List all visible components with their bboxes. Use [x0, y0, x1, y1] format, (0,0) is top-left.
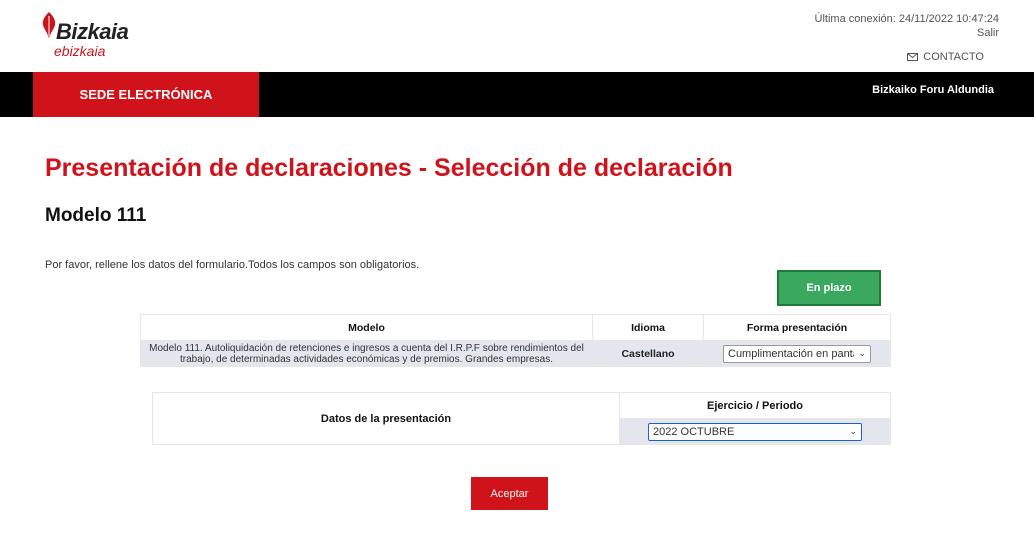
presentation-table: Datos de la presentación Ejercicio / Per…	[152, 392, 891, 445]
presentation-label: Datos de la presentación	[152, 392, 620, 445]
form-instructions: Por favor, rellene los datos del formula…	[45, 259, 420, 271]
presentation-form-select[interactable]: Cumplimentación en pantalla ⌄	[723, 344, 871, 363]
table-header-row: Modelo Idioma Forma presentación	[140, 314, 891, 341]
org-name[interactable]: Bizkaiko Foru Aldundia	[872, 84, 994, 96]
brand-name: Bizkaia	[56, 19, 129, 44]
period-value: 2022 OCTUBRE	[653, 425, 735, 438]
contact-link[interactable]: CONTACTO	[907, 51, 984, 63]
top-navbar: SEDE ELECTRÓNICA Bizkaiko Foru Aldundia	[0, 72, 1034, 117]
period-select[interactable]: 2022 OCTUBRE ⌄	[648, 422, 862, 441]
envelope-icon	[907, 53, 919, 61]
chevron-down-icon: ⌄	[849, 426, 857, 436]
model-title: Modelo 111	[45, 205, 147, 226]
contact-label: CONTACTO	[923, 51, 984, 63]
language-value: Castellano	[592, 340, 704, 367]
status-badge[interactable]: En plazo	[777, 270, 881, 306]
bizkaia-logo[interactable]: Bizkaia ebizkaia	[40, 12, 140, 62]
brand-sub: ebizkaia	[54, 43, 106, 59]
chevron-down-icon: ⌄	[858, 348, 866, 358]
table-row: Modelo 111. Autoliquidación de retencion…	[140, 340, 891, 367]
page-title: Presentación de declaraciones - Selecció…	[45, 154, 733, 182]
last-connection: Última conexión: 24/11/2022 10:47:24	[814, 13, 999, 25]
column-header-form: Forma presentación	[703, 314, 891, 341]
logout-link[interactable]: Salir	[815, 26, 999, 40]
session-info: Última conexión: 24/11/2022 10:47:24 Sal…	[815, 12, 999, 40]
period-cell: 2022 OCTUBRE ⌄	[619, 418, 891, 445]
accept-button[interactable]: Aceptar	[471, 477, 548, 510]
presentation-form-value: Cumplimentación en pantalla	[728, 347, 854, 360]
sede-electronica-tab[interactable]: SEDE ELECTRÓNICA	[33, 72, 259, 117]
column-header-model: Modelo	[140, 314, 593, 341]
column-header-language: Idioma	[592, 314, 704, 341]
period-header: Ejercicio / Periodo	[619, 392, 891, 419]
declaration-table: Modelo Idioma Forma presentación Modelo …	[140, 314, 891, 367]
model-description: Modelo 111. Autoliquidación de retencion…	[140, 340, 593, 367]
form-cell: Cumplimentación en pantalla ⌄	[703, 340, 891, 367]
